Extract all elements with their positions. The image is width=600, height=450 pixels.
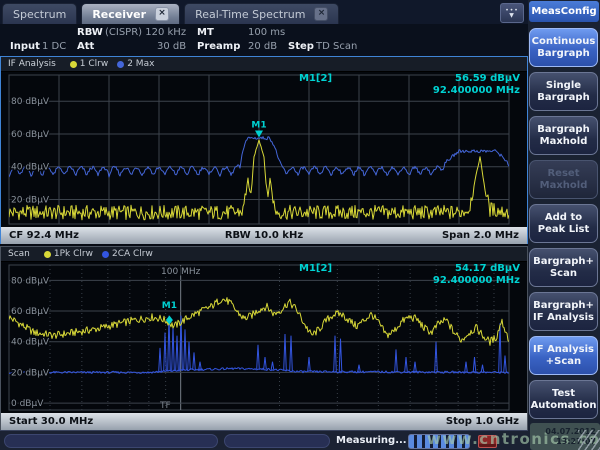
scan-axis-footer: Start 30.0 MHz Stop 1.0 GHz (1, 413, 527, 430)
softkey-bargraph-if-analysis[interactable]: Bargraph+ IF Analysis (529, 292, 598, 331)
trace-legend-item: 1 Clrw (70, 59, 108, 69)
setting-value-rbw: (CISPR) 120 kHz (105, 27, 186, 38)
scan-marker-freq: 92.400000 MHz (433, 275, 520, 287)
setting-label-input: Input (10, 41, 40, 52)
setting-value-input: 1 DC (42, 41, 66, 52)
tab-label: Receiver (92, 8, 146, 21)
scan-stop-freq: Stop 1.0 GHz (446, 416, 519, 427)
svg-text:60 dBµV: 60 dBµV (11, 307, 50, 317)
trace-legend-item: 1Pk Clrw (44, 249, 93, 259)
tab-bar: Spectrum Receiver × Real-Time Spectrum × •••… (0, 0, 528, 25)
setting-value-step: TD Scan (316, 41, 357, 52)
tab-overflow-button[interactable]: ••• ▼ (500, 3, 524, 23)
scan-chart-area[interactable]: TF M1 80 dBµV 60 dBµV 40 dBµV 20 dBµV 0 dBµV 10… (1, 262, 527, 413)
if-trace-legend: 1 Clrw 2 Max (70, 59, 164, 69)
softkey-add-to-peak-list[interactable]: Add to Peak List (529, 204, 598, 243)
svg-text:100 MHz: 100 MHz (161, 267, 201, 277)
if-marker-readout: 56.59 dBµV 92.400000 MHz (433, 73, 520, 97)
if-chart-area[interactable]: M1 80 dBµV 60 dBµV 40 dBµV 20 dBµV M1[2] 56.… (1, 72, 527, 227)
trace-legend-label: 2CA Clrw (112, 249, 153, 259)
tab-strip: Spectrum Receiver × Real-Time Spectrum × (0, 3, 528, 24)
settings-header: RBW(CISPR) 120 kHz MT 100 ms Input1 DC Att 30… (0, 24, 528, 56)
softkey-if-analysis-scan[interactable]: IF Analysis +Scan (529, 336, 598, 375)
status-segment-1 (4, 434, 218, 448)
setting-label-rbw: RBW (77, 27, 103, 38)
tab-receiver[interactable]: Receiver × (81, 3, 180, 24)
error-indicator-icon (478, 435, 497, 448)
svg-text:0 dBµV: 0 dBµV (11, 399, 44, 409)
progress-indicator (408, 434, 470, 449)
svg-text:60 dBµV: 60 dBµV (11, 130, 50, 140)
setting-label-preamp: Preamp (197, 41, 240, 52)
softkey-bargraph-scan[interactable]: Bargraph+ Scan (529, 248, 598, 287)
if-axis-footer: CF 92.4 MHz RBW 10.0 kHz Span 2.0 MHz (1, 227, 527, 244)
svg-text:80 dBµV: 80 dBµV (11, 97, 50, 107)
svg-text:40 dBµV: 40 dBµV (11, 163, 50, 173)
setting-label-step: Step (288, 41, 314, 52)
if-analysis-panel[interactable]: IF Analysis 1 Clrw 2 Max M1 80 dBµV 60 dBµV… (0, 56, 528, 244)
if-marker-level: 56.59 dBµV (433, 73, 520, 85)
measconfig-menu-title[interactable]: MeasConfig (529, 1, 599, 22)
trace-color-dot-icon (117, 61, 124, 68)
trace-color-dot-icon (102, 251, 109, 258)
svg-text:80 dBµV: 80 dBµV (11, 276, 50, 286)
if-panel-title: IF Analysis (8, 59, 56, 69)
svg-text:20 dBµV: 20 dBµV (11, 195, 50, 205)
measuring-status: Measuring... (336, 435, 407, 446)
softkey-continuous-bargraph[interactable]: Continuous Bargraph (529, 28, 598, 67)
if-span: Span 2.0 MHz (442, 230, 519, 241)
tab-close-icon[interactable]: × (155, 7, 169, 21)
scan-panel-title: Scan (8, 249, 30, 259)
trace-legend-label: 2 Max (127, 59, 154, 69)
chevron-down-icon: ▼ (509, 13, 515, 18)
tab-label: Spectrum (13, 8, 66, 21)
softkey-reset-maxhold[interactable]: Reset Maxhold (529, 160, 598, 199)
svg-text:TF: TF (159, 401, 171, 411)
trace-color-dot-icon (70, 61, 77, 68)
scan-start-freq: Start 30.0 MHz (9, 416, 93, 427)
svg-text:M1: M1 (251, 121, 266, 131)
scan-panel[interactable]: Scan 1Pk Clrw 2CA Clrw TF M1 80 dBµV 60 dBµV… (0, 246, 528, 430)
status-bar: Measuring... (0, 430, 528, 450)
trace-legend-item: 2 Max (117, 59, 154, 69)
setting-label-mt: MT (197, 27, 214, 38)
scan-trace-legend: 1Pk Clrw 2CA Clrw (44, 249, 162, 259)
scan-marker-readout: 54.17 dBµV 92.400000 MHz (433, 263, 520, 287)
if-center-freq: CF 92.4 MHz (9, 230, 79, 241)
tab-label: Real-Time Spectrum (195, 8, 305, 21)
trace-color-dot-icon (44, 251, 51, 258)
scan-panel-header: Scan 1Pk Clrw 2CA Clrw (1, 247, 527, 262)
trace-legend-item: 2CA Clrw (102, 249, 153, 259)
svg-text:20 dBµV: 20 dBµV (11, 368, 50, 378)
setting-value-mt: 100 ms (248, 27, 285, 38)
softkey-single-bargraph[interactable]: Single Bargraph (529, 72, 598, 111)
setting-label-att: Att (77, 41, 94, 52)
setting-value-preamp: 20 dB (248, 41, 277, 52)
svg-text:40 dBµV: 40 dBµV (11, 338, 50, 348)
tab-real-time-spectrum[interactable]: Real-Time Spectrum × (184, 3, 339, 24)
scan-marker-ref: M1[2] (299, 263, 332, 274)
tab-spectrum[interactable]: Spectrum (2, 3, 77, 24)
if-marker-freq: 92.400000 MHz (433, 85, 520, 97)
scan-marker-level: 54.17 dBµV (433, 263, 520, 275)
status-segment-2 (224, 434, 330, 448)
resize-grip[interactable] (578, 430, 600, 450)
instrument-screen: Spectrum Receiver × Real-Time Spectrum × •••… (0, 0, 600, 450)
if-marker-ref: M1[2] (299, 73, 332, 84)
trace-legend-label: 1 Clrw (80, 59, 108, 69)
softkey-test-automation[interactable]: Test Automation (529, 380, 598, 419)
trace-legend-label: 1Pk Clrw (54, 249, 93, 259)
softkey-bargraph-maxhold[interactable]: Bargraph Maxhold (529, 116, 598, 155)
svg-text:M1: M1 (162, 301, 177, 311)
tab-close-icon[interactable]: × (314, 7, 328, 21)
setting-value-att: 30 dB (157, 41, 186, 52)
if-panel-header: IF Analysis 1 Clrw 2 Max (1, 57, 527, 72)
softkey-sidebar: MeasConfig Continuous Bargraph Single Bar… (528, 0, 600, 450)
